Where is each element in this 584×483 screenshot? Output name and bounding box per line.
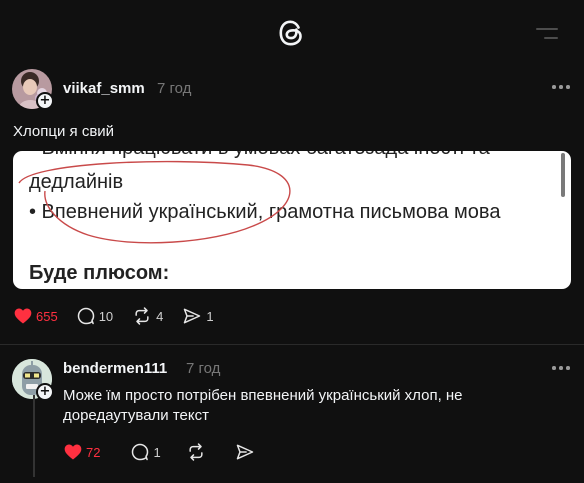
follow-plus-icon[interactable]: + <box>36 383 54 401</box>
thread-line <box>33 395 35 477</box>
threads-logo-icon[interactable] <box>274 16 308 50</box>
reply-time: 7 год <box>186 360 221 377</box>
comment-count: 1 <box>153 444 161 460</box>
like-button[interactable]: 655 <box>13 306 58 326</box>
follow-plus-icon[interactable]: + <box>36 92 54 110</box>
more-options-icon[interactable] <box>550 83 574 91</box>
share-button[interactable] <box>234 442 259 462</box>
post-text: Хлопци я свий <box>13 123 115 140</box>
image-text-line: Буде плюсом: <box>29 262 170 284</box>
reply-username[interactable]: bendermen111 <box>63 360 167 377</box>
post-actions: 655 10 4 1 <box>13 306 232 326</box>
menu-button[interactable] <box>532 24 560 44</box>
share-icon <box>184 308 201 324</box>
comment-button[interactable]: 10 <box>76 306 113 326</box>
repost-icon <box>189 443 203 461</box>
reply-actions: 72 1 <box>63 442 277 462</box>
menu-icon <box>536 28 558 30</box>
like-button[interactable]: 72 <box>63 442 100 462</box>
post-time: 7 год <box>157 80 192 97</box>
red-circle-annotation <box>18 160 291 244</box>
comment-icon <box>132 443 149 461</box>
post-image[interactable]: • Вміння працювати в умовах багатозадачн… <box>13 151 571 289</box>
repost-button[interactable] <box>185 442 210 462</box>
share-icon <box>236 444 253 460</box>
comment-icon <box>77 307 94 325</box>
post-username[interactable]: viikaf_smm <box>63 80 145 97</box>
heart-icon <box>64 444 82 460</box>
post: + viikaf_smm 7 год Хлопци я свий • Вмінн… <box>0 62 584 344</box>
reply: + bendermen111 7 год Може їм просто потр… <box>0 345 584 483</box>
repost-icon <box>135 307 149 325</box>
share-button[interactable]: 1 <box>181 306 214 326</box>
like-count: 72 <box>86 444 101 460</box>
comment-count: 10 <box>98 308 114 324</box>
reply-text: Може їм просто потрібен впевнений україн… <box>63 387 463 424</box>
comment-button[interactable]: 1 <box>130 442 161 462</box>
share-count: 1 <box>206 308 214 324</box>
image-scrollbar <box>561 153 565 197</box>
top-bar <box>0 0 584 62</box>
like-count: 655 <box>36 308 58 324</box>
repost-button[interactable]: 4 <box>131 306 163 326</box>
repost-count: 4 <box>156 308 164 324</box>
heart-icon <box>14 308 32 324</box>
more-options-icon[interactable] <box>550 364 574 372</box>
